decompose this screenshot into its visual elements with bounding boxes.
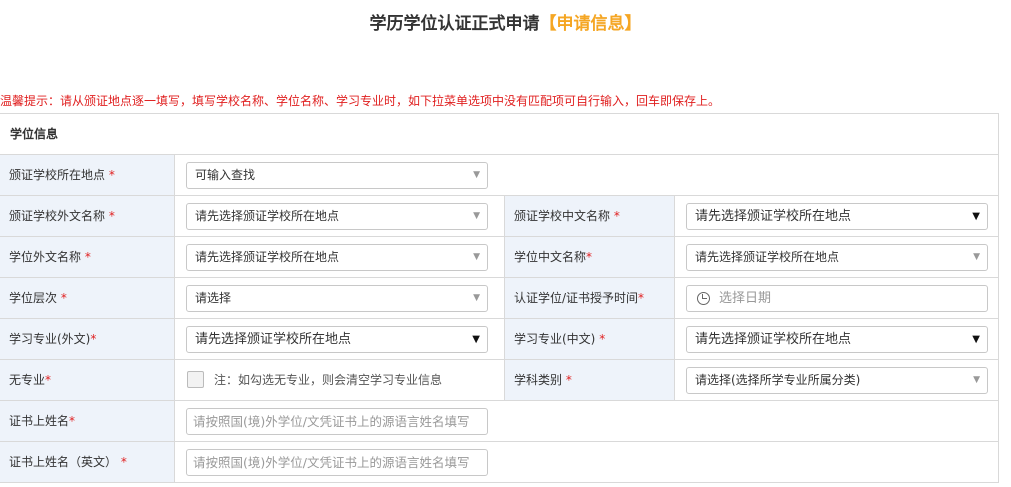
- field-label: 颁证学校中文名称 *: [504, 196, 675, 236]
- clock-icon: [697, 292, 710, 305]
- field-label: 证书上姓名（英文） *: [0, 442, 175, 482]
- no-major-note: 注：如勾选无专业，则会清空学习专业信息: [214, 373, 443, 387]
- tip-text: 温馨提示：请从颁证地点逐一填写，填写学校名称、学位名称、学习专业时，如下拉菜单选…: [0, 94, 721, 108]
- field-label: 学习专业(中文) *: [504, 319, 675, 359]
- field-label: 学位外文名称 *: [0, 237, 175, 277]
- form-row: 证书上姓名（英文） * 请按照国(境)外学位/文凭证书上的源语言姓名填写: [0, 442, 998, 483]
- caret-down-icon: ▼: [473, 293, 480, 303]
- caret-down-icon: ▼: [973, 252, 980, 262]
- caret-down-icon: ▼: [973, 375, 980, 385]
- caret-down-icon: ▼: [473, 252, 480, 262]
- form-row: 无专业* 注：如勾选无专业，则会清空学习专业信息 学科类别 * 请选择(选择所学…: [0, 360, 998, 401]
- degree-form: 学位信息 颁证学校所在地点 * 可输入查找 ▼ 颁证学校外文名称 * 请先选择颁证…: [0, 113, 999, 483]
- form-row: 学位层次 * 请选择 ▼ 认证学位/证书授予时间* 选择日期: [0, 278, 998, 319]
- form-row: 学位外文名称 * 请先选择颁证学校所在地点 ▼ 学位中文名称* 请先选择颁证学校所…: [0, 237, 998, 278]
- field-label: 颁证学校所在地点 *: [0, 155, 175, 195]
- field-label: 证书上姓名*: [0, 401, 175, 441]
- caret-down-icon: ▼: [972, 334, 980, 345]
- degree-cn-name-select[interactable]: 请先选择颁证学校所在地点 ▼: [686, 244, 988, 271]
- caret-down-icon: ▼: [473, 170, 480, 180]
- no-major-checkbox[interactable]: [187, 371, 204, 388]
- major-foreign-select[interactable]: 请先选择颁证学校所在地点 ▼: [186, 326, 488, 353]
- school-location-select[interactable]: 可输入查找 ▼: [186, 162, 488, 189]
- subject-category-select[interactable]: 请选择(选择所学专业所属分类) ▼: [686, 367, 988, 394]
- school-foreign-name-select[interactable]: 请先选择颁证学校所在地点 ▼: [186, 203, 488, 230]
- school-cn-name-select[interactable]: 请先选择颁证学校所在地点 ▼: [686, 203, 988, 230]
- award-date-picker[interactable]: 选择日期: [686, 285, 988, 312]
- field-label: 颁证学校外文名称 *: [0, 196, 175, 236]
- form-row: 学习专业(外文)* 请先选择颁证学校所在地点 ▼ 学习专业(中文) * 请先选择颁…: [0, 319, 998, 360]
- degree-foreign-name-select[interactable]: 请先选择颁证学校所在地点 ▼: [186, 244, 488, 271]
- form-row: 颁证学校外文名称 * 请先选择颁证学校所在地点 ▼ 颁证学校中文名称 * 请先选择…: [0, 196, 998, 237]
- form-row: 证书上姓名* 请按照国(境)外学位/文凭证书上的源语言姓名填写: [0, 401, 998, 442]
- caret-down-icon: ▼: [473, 211, 480, 221]
- page-title: 学历学位认证正式申请【申请信息】: [369, 14, 642, 34]
- caret-down-icon: ▼: [472, 334, 480, 345]
- field-label: 学习专业(外文)*: [0, 319, 175, 359]
- field-label: 认证学位/证书授予时间*: [504, 278, 675, 318]
- major-cn-select[interactable]: 请先选择颁证学校所在地点 ▼: [686, 326, 988, 353]
- field-label: 学位中文名称*: [504, 237, 675, 277]
- cert-name-en-input[interactable]: 请按照国(境)外学位/文凭证书上的源语言姓名填写: [186, 449, 488, 476]
- form-row: 颁证学校所在地点 * 可输入查找 ▼: [0, 155, 998, 196]
- section-title: 学位信息: [0, 114, 998, 155]
- cert-name-input[interactable]: 请按照国(境)外学位/文凭证书上的源语言姓名填写: [186, 408, 488, 435]
- caret-down-icon: ▼: [972, 211, 980, 222]
- field-label: 学位层次 *: [0, 278, 175, 318]
- page-subtitle: 【申请信息】: [539, 14, 642, 34]
- degree-level-select[interactable]: 请选择 ▼: [186, 285, 488, 312]
- field-label: 学科类别 *: [504, 360, 675, 400]
- field-label: 无专业*: [0, 360, 175, 400]
